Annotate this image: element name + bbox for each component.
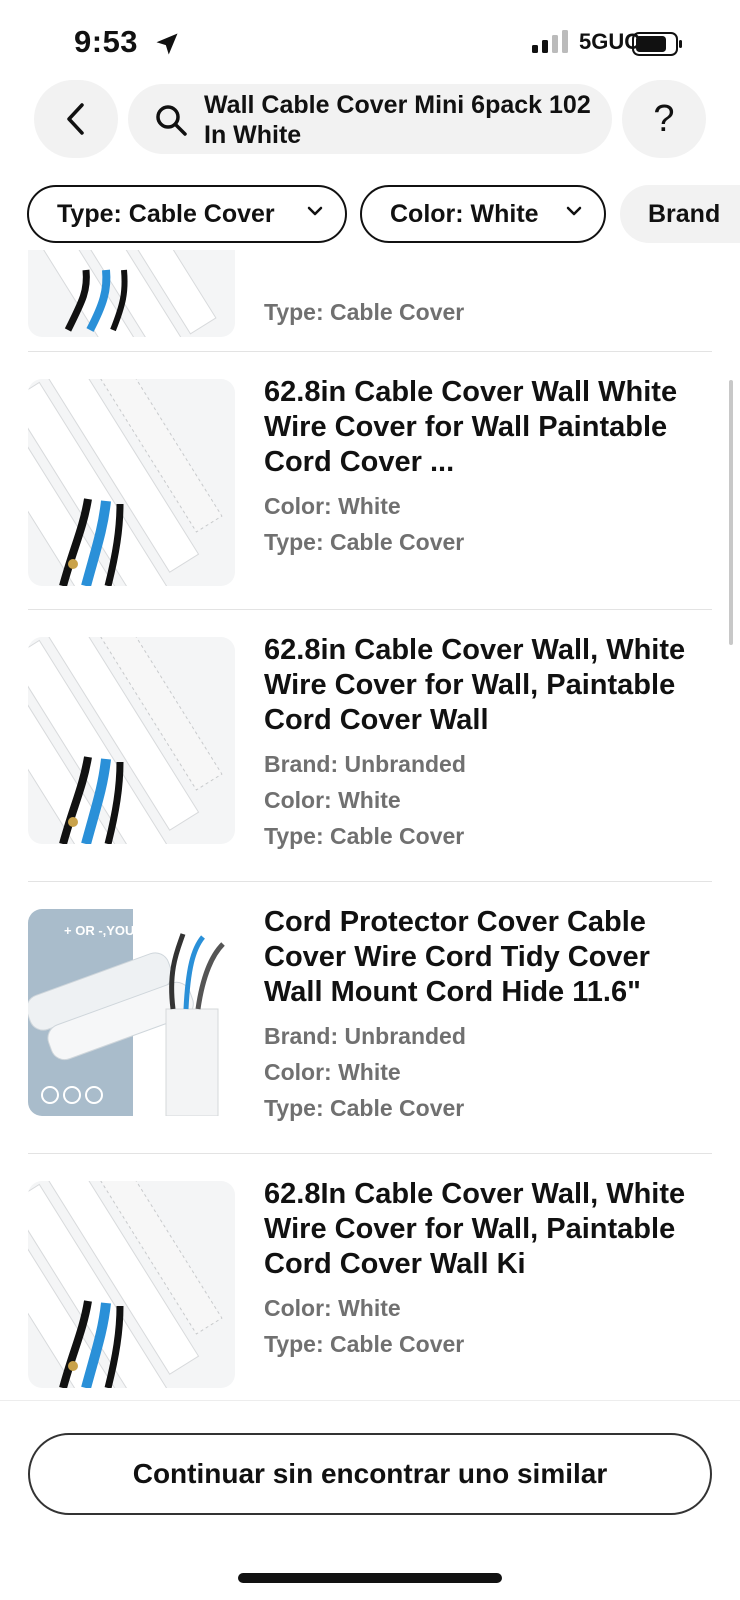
results-list: Type: Cable Cover 62.8in Cable Cover Wal…: [0, 250, 740, 1400]
product-info: Cord Protector Cover Cable Cover Wire Co…: [264, 905, 708, 1126]
filter-chip-type[interactable]: Type: Cable Cover: [27, 185, 347, 243]
bottom-bar: Continuar sin encontrar uno similar: [0, 1400, 740, 1600]
filter-chip-label: Type: Cable Cover: [57, 199, 275, 228]
network-type: 5GUC: [579, 29, 641, 54]
product-attribute: Brand: Unbranded: [264, 1023, 466, 1049]
product-image: + OR -,YOU DECIDE: [28, 909, 235, 1116]
filter-chip-label: Color: White: [390, 199, 539, 228]
status-time: 9:53: [74, 24, 139, 59]
product-image: [28, 250, 235, 337]
chevron-down-icon: [566, 206, 582, 216]
product-info: 62.8In Cable Cover Wall, White Wire Cove…: [264, 1177, 708, 1362]
home-indicator: [238, 1573, 502, 1583]
product-attribute: Color: White: [264, 1295, 401, 1321]
product-image: [28, 1181, 235, 1388]
scrollbar[interactable]: [729, 380, 733, 645]
filter-chip-label: Brand: [648, 199, 721, 228]
product-attribute: Type: Cable Cover: [264, 1095, 465, 1121]
chevron-left-icon: [67, 103, 84, 135]
product-info: Type: Cable Cover: [264, 294, 708, 330]
list-item[interactable]: 62.8In Cable Cover Wall, White Wire Cove…: [28, 1154, 712, 1400]
product-attribute: Type: Cable Cover: [264, 823, 465, 849]
product-title[interactable]: 62.8in Cable Cover Wall White Wire Cover…: [264, 375, 708, 480]
filter-chip-color[interactable]: Color: White: [360, 185, 606, 243]
product-attribute: Type: Cable Cover: [264, 1331, 465, 1357]
product-title[interactable]: 62.8In Cable Cover Wall, White Wire Cove…: [264, 1177, 708, 1282]
chevron-down-icon: [307, 206, 323, 216]
product-image: [28, 379, 235, 586]
list-item[interactable]: 62.8in Cable Cover Wall, White Wire Cove…: [28, 610, 712, 882]
product-attribute: Color: White: [264, 1059, 401, 1085]
list-item[interactable]: + OR -,YOU DECIDE Cord Protector Cover C…: [28, 882, 712, 1154]
continue-button[interactable]: Continuar sin encontrar uno similar: [28, 1433, 712, 1515]
list-item[interactable]: 62.8in Cable Cover Wall White Wire Cover…: [28, 352, 712, 610]
product-attribute: Color: White: [264, 787, 401, 813]
cellular-signal-icon: [532, 30, 568, 53]
search-icon: [156, 105, 187, 136]
filter-chips: Type: Cable Cover Color: White Brand: [0, 185, 740, 243]
list-item[interactable]: Type: Cable Cover: [28, 250, 712, 352]
product-attribute: Type: Cable Cover: [264, 299, 465, 325]
status-bar: 9:53 5GUC: [0, 0, 740, 86]
search-bar[interactable]: Wall Cable Cover Mini 6pack 102 In White: [128, 84, 612, 154]
product-title[interactable]: Cord Protector Cover Cable Cover Wire Co…: [264, 905, 708, 1010]
battery-icon: [632, 32, 682, 56]
product-attribute: Type: Cable Cover: [264, 529, 465, 555]
search-query[interactable]: Wall Cable Cover Mini 6pack 102 In White: [204, 90, 594, 150]
product-image: [28, 637, 235, 844]
product-image-text: + OR -,YOU DECIDE: [64, 923, 187, 938]
location-arrow-icon: [156, 33, 178, 55]
product-attribute: Color: White: [264, 493, 401, 519]
product-info: 62.8in Cable Cover Wall, White Wire Cove…: [264, 633, 708, 854]
product-title[interactable]: 62.8in Cable Cover Wall, White Wire Cove…: [264, 633, 708, 738]
help-button[interactable]: ?: [622, 80, 706, 158]
back-button[interactable]: [34, 80, 118, 158]
product-info: 62.8in Cable Cover Wall White Wire Cover…: [264, 375, 708, 560]
product-attribute: Brand: Unbranded: [264, 751, 466, 777]
filter-chip-brand[interactable]: Brand: [620, 185, 740, 243]
